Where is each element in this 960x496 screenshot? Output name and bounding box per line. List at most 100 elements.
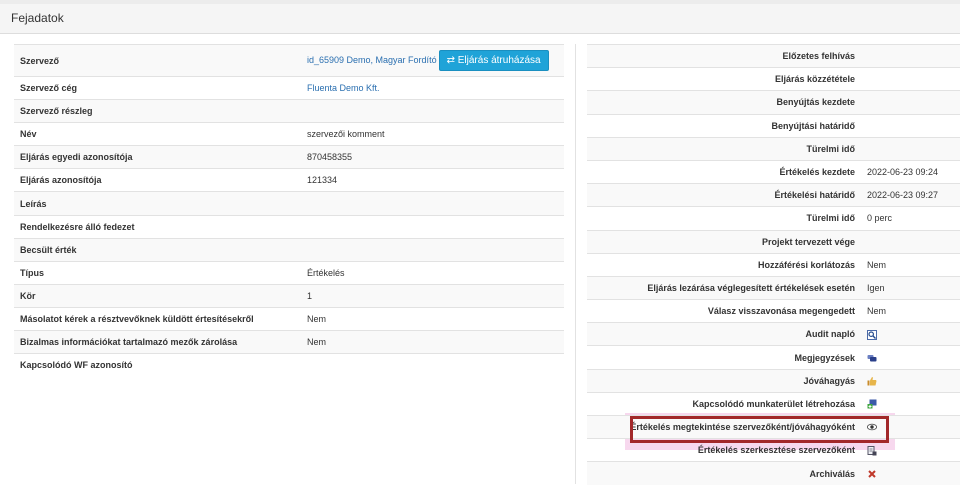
row-label: Kapcsolódó WF azonosító (14, 353, 281, 377)
transfer-button-label: Eljárás átruházása (457, 55, 541, 66)
close-x-icon[interactable] (867, 469, 877, 479)
row-label: Eljárás lezárása véglegesített értékelés… (587, 275, 859, 300)
row-value: Nem (867, 259, 887, 270)
organizer-company-link[interactable]: Fluenta Demo Kft. (307, 83, 380, 93)
row-label: Előzetes felhívás (587, 43, 859, 68)
row-label: Kapcsolódó munkaterület létrehozása (587, 391, 859, 416)
row-value-cell: id_65909 Demo, Magyar Fordító ⇄ Eljárás á… (281, 44, 564, 77)
row-label: Értékelési határidő (587, 183, 859, 207)
right-row: Audit napló (587, 322, 960, 346)
right-row: Benyújtás kezdete (587, 90, 960, 115)
right-row: Előzetes felhívás (587, 43, 960, 68)
thumbs-up-icon[interactable] (867, 376, 877, 386)
row-value: 870458355 (307, 152, 353, 163)
row-label: Türelmi idő (587, 136, 859, 161)
row-value-cell: 2022-06-23 09:24 (859, 159, 960, 184)
row-value-cell (281, 99, 564, 123)
row-value-cell (859, 391, 960, 416)
row-value-cell: Értékelés (281, 260, 564, 285)
highlight-box (630, 416, 889, 443)
row-label: Jóváhagyás (587, 368, 859, 393)
left-row: Másolatot kérek a résztvevőknek küldött … (14, 306, 564, 331)
left-info-table: Szervező id_65909 Demo, Magyar Fordító ⇄ E… (14, 44, 564, 377)
row-label: Leírás (14, 191, 281, 216)
organizer-link[interactable]: id_65909 Demo, Magyar Fordító (307, 55, 437, 65)
row-value: Nem (307, 313, 327, 324)
left-row: Típus Értékelés (14, 260, 564, 285)
left-row: Név szervezői komment (14, 122, 564, 146)
row-value-cell (281, 353, 564, 377)
comments-icon[interactable] (867, 353, 877, 363)
right-row: Projekt tervezett vége (587, 229, 960, 254)
row-value-cell (281, 214, 564, 239)
row-label: Típus (14, 260, 281, 285)
row-label: Kör (14, 283, 281, 308)
right-row: Türelmi idő (587, 136, 960, 161)
row-value-cell (859, 136, 960, 161)
row-label: Projekt tervezett vége (587, 229, 859, 254)
right-row: Hozzáférési korlátozás Nem (587, 252, 960, 277)
right-row: Értékelési határidő 2022-06-23 09:27 (587, 183, 960, 207)
row-value: Igen (867, 282, 885, 293)
row-value-cell: Nem (281, 330, 564, 354)
edit-doc-icon[interactable] (867, 445, 877, 456)
row-label: Szervező cég (14, 75, 281, 100)
row-label: Audit napló (587, 322, 859, 346)
row-value: Nem (307, 337, 327, 348)
left-row: Kör 1 (14, 283, 564, 308)
row-label: Eljárás azonosítója (14, 168, 281, 192)
row-value-cell (859, 43, 960, 68)
row-value-cell (859, 461, 960, 486)
row-value-cell (859, 90, 960, 115)
right-row: Jóváhagyás (587, 368, 960, 393)
left-row: Rendelkezésre álló fedezet (14, 214, 564, 239)
left-row: Becsült érték (14, 237, 564, 262)
left-row: Eljárás azonosítója 121334 (14, 168, 564, 192)
row-label: Szervező (14, 44, 281, 77)
row-value-cell: Nem (859, 299, 960, 323)
panel-title: Fejadatok (0, 4, 960, 34)
right-row: Benyújtási határidő (587, 113, 960, 138)
right-row: Megjegyzések (587, 345, 960, 370)
row-label: Eljárás egyedi azonosítója (14, 145, 281, 169)
row-value-cell: szervezői komment (281, 122, 564, 146)
row-label: Bizalmas információkat tartalmazó mezők … (14, 330, 281, 354)
row-value: 2022-06-23 09:27 (867, 190, 939, 201)
transfer-procedure-button[interactable]: ⇄ Eljárás átruházása (438, 50, 549, 71)
row-label: Benyújtás kezdete (587, 90, 859, 115)
row-value-cell (859, 368, 960, 393)
row-value-cell: 1 (281, 283, 564, 308)
right-row: Türelmi idő 0 perc (587, 206, 960, 230)
row-label: Rendelkezésre álló fedezet (14, 214, 281, 239)
row-value-cell: 121334 (281, 168, 564, 192)
row-value-cell: Nem (859, 252, 960, 277)
row-value: Értékelés (307, 267, 345, 278)
left-row: Szervező id_65909 Demo, Magyar Fordító ⇄ E… (14, 44, 564, 77)
row-value-cell: Nem (281, 306, 564, 331)
row-label: Név (14, 122, 281, 146)
row-value-cell (859, 229, 960, 254)
right-row: Válasz visszavonása megengedett Nem (587, 299, 960, 323)
row-label: Benyújtási határidő (587, 113, 859, 138)
transfer-icon: ⇄ (446, 55, 458, 66)
left-row: Leírás (14, 191, 564, 216)
left-row: Eljárás egyedi azonosítója 870458355 (14, 145, 564, 169)
row-value-cell (281, 237, 564, 262)
row-value-cell (859, 322, 960, 346)
row-value: 0 perc (867, 213, 893, 224)
column-divider (575, 44, 576, 484)
row-label: Eljárás közzététele (587, 67, 859, 91)
row-value-cell: 0 perc (859, 206, 960, 230)
left-row: Kapcsolódó WF azonosító (14, 353, 564, 377)
left-row: Szervező részleg (14, 99, 564, 123)
row-value-cell (281, 191, 564, 216)
row-value-cell: Fluenta Demo Kft. (281, 75, 564, 100)
magnifier-icon[interactable] (867, 329, 877, 340)
row-label: Becsült érték (14, 237, 281, 262)
row-label: Másolatot kérek a résztvevőknek küldött … (14, 306, 281, 331)
row-value-cell (859, 345, 960, 370)
row-label: Türelmi idő (587, 206, 859, 230)
row-value: 121334 (307, 175, 338, 186)
workspace-add-icon[interactable] (867, 399, 877, 409)
row-value-cell: 2022-06-23 09:27 (859, 183, 960, 207)
